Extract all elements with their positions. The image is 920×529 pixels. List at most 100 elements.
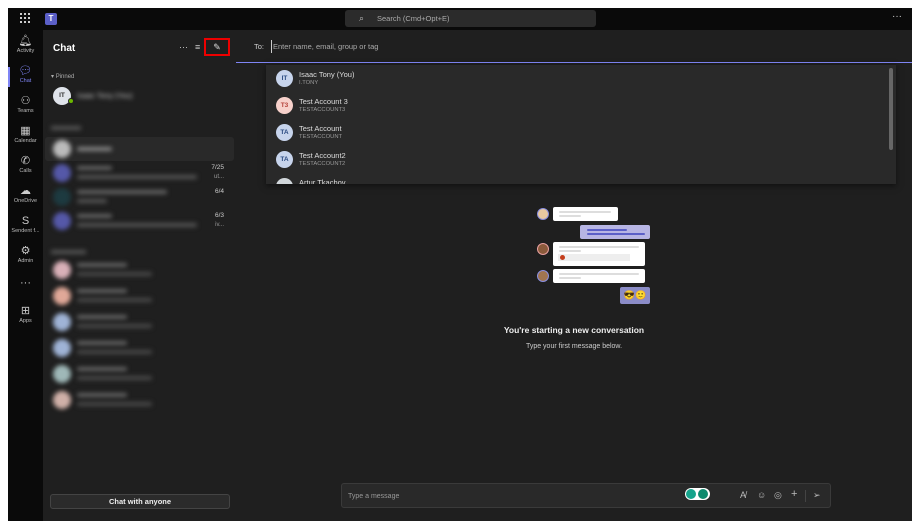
- message-input[interactable]: [348, 490, 648, 502]
- format-icon[interactable]: A̸: [740, 490, 746, 500]
- chat-list-item[interactable]: [45, 137, 234, 161]
- grammarly-icon[interactable]: [685, 488, 710, 500]
- suggestion-name: Artur Tkachov: [299, 178, 346, 184]
- avatar: [53, 391, 71, 409]
- to-label: To:: [254, 42, 265, 51]
- teams-icon: ⚇: [20, 95, 31, 107]
- person-avatar-icon: [537, 208, 549, 220]
- rail-item-label: Apps: [19, 318, 32, 324]
- suggested-chat-item[interactable]: [45, 362, 234, 386]
- recent-section-header[interactable]: [51, 126, 81, 130]
- suggestion-item[interactable]: Artur Tkachov: [266, 173, 886, 184]
- rail-item-label: Chat: [19, 78, 32, 84]
- add-icon[interactable]: +: [791, 488, 797, 500]
- suggestion-item[interactable]: TA Test Account2 TESTACCOUNT2: [266, 146, 886, 173]
- rail-item-teams[interactable]: ⚇ Teams: [8, 95, 43, 114]
- dropdown-scrollbar[interactable]: [889, 68, 893, 150]
- rail-item-more[interactable]: ···: [8, 277, 43, 290]
- rail-item-sendent-f[interactable]: S Sendent f...: [8, 215, 43, 234]
- app-rail: 🔔︎ Activity 💬︎ Chat ⚇ Teams ▦ Calendar ✆ Calls ☁ On…: [8, 30, 43, 521]
- avatar: IT: [276, 70, 293, 87]
- suggestion-name: Test Account2: [299, 151, 346, 160]
- chat-title: Chat: [53, 43, 76, 54]
- chat-date: 7/25: [211, 164, 224, 171]
- person-avatar-icon: [537, 243, 549, 255]
- suggestion-item[interactable]: IT Isaac Tony (You) I.TONY: [266, 65, 886, 92]
- chat-snippet: ut...: [213, 174, 224, 180]
- calendar-icon: ▦: [20, 125, 31, 137]
- rail-item-label: Calls: [19, 168, 32, 174]
- suggestion-username: I.TONY: [299, 80, 319, 86]
- rail-item-label: Sendent f...: [11, 228, 40, 234]
- avatar: [53, 261, 71, 279]
- suggested-section-header[interactable]: [51, 250, 86, 254]
- more-icon: ···: [20, 277, 31, 289]
- cloud-icon: ☁: [20, 185, 31, 197]
- person-avatar-icon: [537, 270, 549, 282]
- rail-item-apps[interactable]: ⊞ Apps: [8, 305, 43, 324]
- chat-snippet: iv...: [215, 222, 224, 228]
- suggested-chat-item[interactable]: [45, 284, 234, 308]
- chat-list-item[interactable]: 7/25 ut...: [45, 161, 234, 185]
- loop-icon[interactable]: ◎: [774, 490, 782, 501]
- rail-item-calls[interactable]: ✆ Calls: [8, 155, 43, 174]
- chat-icon: 💬︎: [18, 65, 33, 77]
- empty-state-subtitle: Type your first message below.: [525, 343, 623, 350]
- rail-item-activity[interactable]: 🔔︎ Activity: [8, 35, 43, 54]
- suggestion-name: Isaac Tony (You): [299, 70, 355, 79]
- suggested-chat-item[interactable]: [45, 388, 234, 412]
- avatar: [53, 339, 71, 357]
- suggested-chat-item[interactable]: [45, 258, 234, 282]
- pinned-chat-item[interactable]: IT Isaac Tony (You): [45, 84, 234, 108]
- rail-item-admin[interactable]: ⚙ Admin: [8, 245, 43, 264]
- filter-icon[interactable]: ≡: [195, 42, 200, 52]
- suggested-chat-item[interactable]: [45, 336, 234, 360]
- rail-item-label: Calendar: [14, 138, 37, 144]
- teams-window: T ⌕ Search (Cmd+Opt+E) ··· 🔔︎ Activity 💬︎ Ch…: [8, 8, 912, 521]
- rail-item-label: Admin: [17, 258, 34, 264]
- chat-list-item[interactable]: 6/4: [45, 185, 234, 209]
- chat-list-item[interactable]: 6/3 iv...: [45, 209, 234, 233]
- rail-item-calendar[interactable]: ▦ Calendar: [8, 125, 43, 144]
- emoji-bubble: 😎🙂: [620, 287, 650, 304]
- apps-icon: ⊞: [20, 305, 31, 317]
- admin-icon: ⚙: [20, 245, 31, 257]
- suggestion-dropdown: IT Isaac Tony (You) I.TONY T3 Test Account 3…: [266, 65, 896, 184]
- avatar: TA: [276, 124, 293, 141]
- search-placeholder: Search (Cmd+Opt+E): [377, 14, 450, 23]
- suggested-chat-item[interactable]: [45, 310, 234, 334]
- pinned-section-header[interactable]: ▾ Pinned: [51, 73, 74, 80]
- suggestion-name: Test Account: [299, 124, 342, 133]
- avatar: [53, 365, 71, 383]
- rail-item-chat[interactable]: 💬︎ Chat: [8, 65, 43, 87]
- message-compose-box: A̸ ☺ ◎ + ➢: [341, 483, 831, 508]
- phone-icon: ✆: [20, 155, 31, 167]
- sendent-icon: S: [21, 215, 30, 227]
- recipient-input[interactable]: [271, 40, 671, 53]
- rail-item-label: Teams: [17, 108, 34, 114]
- chat-with-anyone-button[interactable]: Chat with anyone: [50, 494, 230, 509]
- avatar: [53, 287, 71, 305]
- to-field-row: To:: [236, 30, 912, 63]
- search-box[interactable]: ⌕ Search (Cmd+Opt+E): [345, 10, 596, 27]
- more-options-icon[interactable]: ···: [892, 11, 902, 22]
- emoji-icon[interactable]: ☺: [757, 490, 766, 500]
- new-chat-button[interactable]: ✎: [204, 38, 230, 56]
- new-chat-pane: To: IT Isaac Tony (You)I.TONY T3 Test Accou…: [236, 30, 912, 521]
- avatar: T3: [276, 97, 293, 114]
- chat-date: 6/3: [214, 212, 224, 219]
- suggestion-username: TESTACCOUNT3: [299, 107, 346, 113]
- rail-item-onedrive[interactable]: ☁ OneDrive: [8, 185, 43, 204]
- suggestion-item[interactable]: T3 Test Account 3 TESTACCOUNT3: [266, 92, 886, 119]
- avatar: [276, 178, 293, 184]
- empty-state-title: You're starting a new conversation: [503, 325, 645, 335]
- suggestion-item[interactable]: TA Test Account TESTACCOUNT: [266, 119, 886, 146]
- top-bar: T ⌕ Search (Cmd+Opt+E) ···: [8, 8, 912, 30]
- app-launcher-icon[interactable]: [20, 13, 30, 23]
- chat-name: Isaac Tony (You): [77, 91, 133, 100]
- send-icon[interactable]: ➢: [813, 490, 821, 501]
- rail-item-label: OneDrive: [13, 198, 38, 204]
- suggestion-name: Test Account 3: [299, 97, 348, 106]
- avatar: [53, 313, 71, 331]
- more-icon[interactable]: ···: [179, 42, 188, 52]
